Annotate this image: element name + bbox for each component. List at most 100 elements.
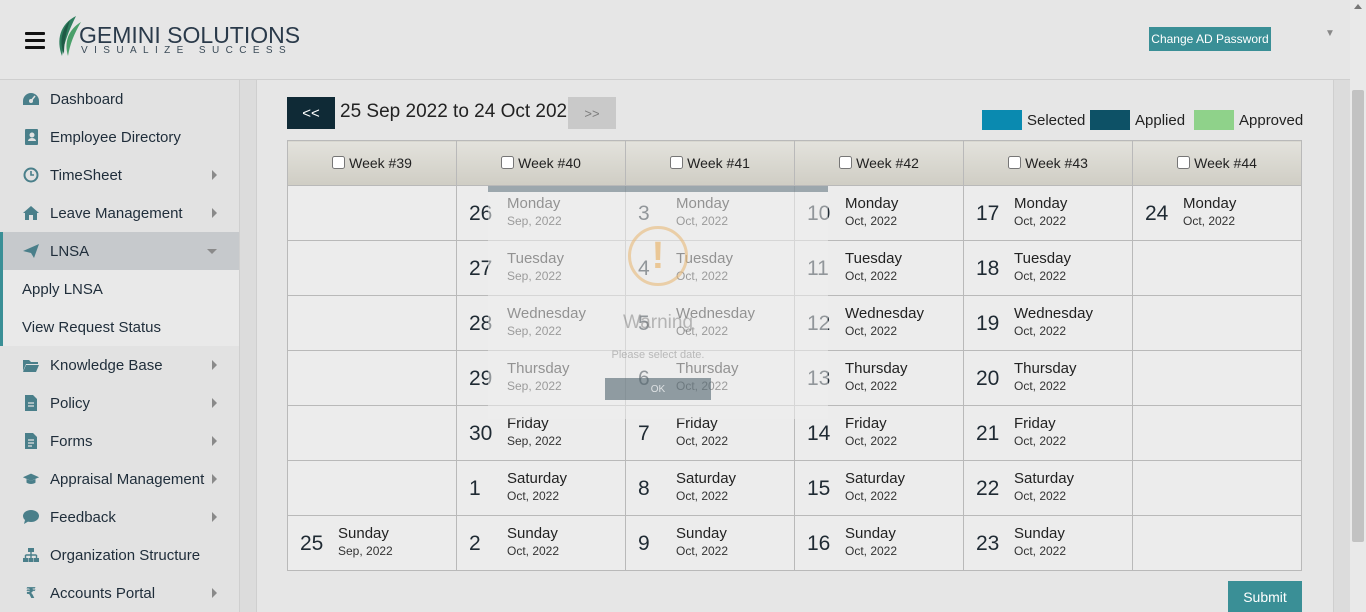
scroll-up-arrow-icon[interactable] bbox=[1354, 4, 1362, 9]
day-cell[interactable]: 25 Sunday Sep, 2022 bbox=[287, 515, 457, 571]
weekday-label: Thursday bbox=[1014, 360, 1077, 377]
month-label: Oct, 2022 bbox=[845, 379, 898, 393]
day-number: 30 bbox=[469, 422, 493, 445]
week-header: Week #43 bbox=[963, 140, 1133, 186]
day-cell[interactable]: 9 Sunday Oct, 2022 bbox=[625, 515, 795, 571]
empty-day-cell bbox=[1132, 295, 1302, 351]
next-range-button[interactable]: >> bbox=[568, 97, 616, 129]
month-label: Oct, 2022 bbox=[676, 489, 729, 503]
sidebar-item-label: Dashboard bbox=[50, 90, 124, 108]
sidebar-item-lnsa[interactable]: LNSA bbox=[0, 232, 239, 270]
weekday-label: Sunday bbox=[676, 525, 727, 542]
day-cell-content: 18 Tuesday Oct, 2022 bbox=[964, 241, 1132, 295]
day-number: 24 bbox=[1145, 202, 1169, 225]
month-label: Oct, 2022 bbox=[1014, 269, 1067, 283]
legend-label: Applied bbox=[1135, 111, 1186, 129]
day-cell[interactable]: 21 Friday Oct, 2022 bbox=[963, 405, 1133, 461]
day-cell[interactable]: 22 Saturday Oct, 2022 bbox=[963, 460, 1133, 516]
previous-range-button[interactable]: << bbox=[287, 97, 335, 129]
calendar-row: 1 Saturday Oct, 2022 8 Saturday Oct, 2022 15 Sa… bbox=[287, 460, 1302, 516]
sidebar-item-accounts-portal[interactable]: ₹ Accounts Portal bbox=[0, 574, 239, 612]
home-icon bbox=[22, 204, 40, 222]
day-cell[interactable]: 2 Sunday Oct, 2022 bbox=[456, 515, 626, 571]
weekday-label: Monday bbox=[1183, 195, 1237, 212]
week-label: Week #42 bbox=[856, 155, 919, 171]
sidebar-item-label: TimeSheet bbox=[50, 166, 122, 184]
sidebar-item-forms[interactable]: Forms bbox=[0, 422, 239, 460]
ok-button[interactable]: OK bbox=[605, 378, 711, 400]
day-info: Thursday Oct, 2022 bbox=[845, 360, 908, 393]
sidebar-subitem-view-request-status[interactable]: View Request Status bbox=[0, 308, 239, 346]
warning-dialog: ! Warning Please select date. OK bbox=[488, 186, 828, 419]
day-cell[interactable]: 24 Monday Oct, 2022 bbox=[1132, 185, 1302, 241]
day-cell[interactable]: 20 Thursday Oct, 2022 bbox=[963, 350, 1133, 406]
week-checkbox[interactable] bbox=[670, 156, 684, 169]
month-label: Oct, 2022 bbox=[676, 544, 729, 558]
week-label: Week #40 bbox=[518, 155, 581, 171]
weekday-label: Sunday bbox=[338, 525, 389, 542]
calendar-row: 25 Sunday Sep, 2022 2 Sunday Oct, 2022 9 Sunday… bbox=[287, 515, 1302, 571]
sidebar-item-organization-structure[interactable]: Organization Structure bbox=[0, 536, 239, 574]
graduation-cap-icon bbox=[22, 470, 40, 488]
day-cell[interactable]: 17 Monday Oct, 2022 bbox=[963, 185, 1133, 241]
sidebar-item-leave-management[interactable]: Leave Management bbox=[0, 194, 239, 232]
day-info: Saturday Oct, 2022 bbox=[845, 470, 905, 503]
day-cell-content: 8 Saturday Oct, 2022 bbox=[626, 461, 794, 515]
day-number: 15 bbox=[807, 477, 831, 500]
empty-day-cell bbox=[287, 185, 457, 241]
day-cell[interactable]: 1 Saturday Oct, 2022 bbox=[456, 460, 626, 516]
day-cell-content: 9 Sunday Oct, 2022 bbox=[626, 516, 794, 570]
scrollbar-thumb[interactable] bbox=[1352, 90, 1364, 542]
weekday-label: Thursday bbox=[845, 360, 908, 377]
sidebar-item-feedback[interactable]: Feedback bbox=[0, 498, 239, 536]
week-checkbox[interactable] bbox=[839, 156, 853, 169]
legend-label: Approved bbox=[1239, 111, 1304, 129]
dialog-title: Warning bbox=[622, 312, 694, 333]
chevron-right-icon bbox=[212, 398, 217, 408]
day-cell-content: 22 Saturday Oct, 2022 bbox=[964, 461, 1132, 515]
sidebar-item-label: LNSA bbox=[50, 242, 90, 260]
day-cell-content: 19 Wednesday Oct, 2022 bbox=[964, 296, 1132, 350]
user-menu-chevron-down-icon[interactable]: ▼ bbox=[1325, 28, 1335, 39]
change-ad-password-button[interactable]: Change AD Password bbox=[1149, 27, 1271, 51]
month-label: Oct, 2022 bbox=[845, 544, 898, 558]
day-cell[interactable]: 8 Saturday Oct, 2022 bbox=[625, 460, 795, 516]
sidebar-item-knowledge-base[interactable]: Knowledge Base bbox=[0, 346, 239, 384]
sidebar-item-label: Knowledge Base bbox=[50, 356, 163, 374]
sidebar-item-policy[interactable]: Policy bbox=[0, 384, 239, 422]
day-cell-content: 23 Sunday Oct, 2022 bbox=[964, 516, 1132, 570]
sidebar-item-dashboard[interactable]: Dashboard bbox=[0, 80, 239, 118]
day-number: 25 bbox=[300, 532, 324, 555]
weekday-label: Sunday bbox=[1014, 525, 1065, 542]
day-cell[interactable]: 15 Saturday Oct, 2022 bbox=[794, 460, 964, 516]
gauge-icon bbox=[22, 90, 40, 108]
day-cell[interactable]: 23 Sunday Oct, 2022 bbox=[963, 515, 1133, 571]
sidebar-item-employee-directory[interactable]: Employee Directory bbox=[0, 118, 239, 156]
week-checkbox[interactable] bbox=[501, 156, 515, 169]
sidebar-item-timesheet[interactable]: TimeSheet bbox=[0, 156, 239, 194]
day-number: 2 bbox=[469, 532, 481, 555]
submit-button[interactable]: Submit bbox=[1228, 581, 1302, 612]
week-checkbox[interactable] bbox=[332, 156, 346, 169]
legend-applied: Applied bbox=[1090, 110, 1185, 130]
day-info: Monday Oct, 2022 bbox=[1014, 195, 1067, 228]
day-cell[interactable]: 19 Wednesday Oct, 2022 bbox=[963, 295, 1133, 351]
week-label: Week #43 bbox=[1025, 155, 1088, 171]
day-number: 17 bbox=[976, 202, 1000, 225]
day-info: Friday Oct, 2022 bbox=[845, 415, 897, 448]
week-checkbox[interactable] bbox=[1177, 156, 1191, 169]
menu-toggle-icon[interactable] bbox=[25, 32, 45, 50]
date-range-title: 25 Sep 2022 to 24 Oct 2022 bbox=[340, 101, 578, 122]
day-cell[interactable]: 18 Tuesday Oct, 2022 bbox=[963, 240, 1133, 296]
week-label: Week #41 bbox=[687, 155, 750, 171]
warning-icon: ! bbox=[628, 226, 688, 286]
empty-day-cell bbox=[287, 405, 457, 461]
sidebar-item-appraisal-management[interactable]: Appraisal Management bbox=[0, 460, 239, 498]
day-cell[interactable]: 16 Sunday Oct, 2022 bbox=[794, 515, 964, 571]
page-scrollbar[interactable] bbox=[1350, 0, 1366, 612]
sidebar-subitem-apply-lnsa[interactable]: Apply LNSA bbox=[0, 270, 239, 308]
day-info: Monday Oct, 2022 bbox=[845, 195, 898, 228]
week-label: Week #44 bbox=[1194, 155, 1257, 171]
month-label: Oct, 2022 bbox=[507, 544, 560, 558]
week-checkbox[interactable] bbox=[1008, 156, 1022, 169]
